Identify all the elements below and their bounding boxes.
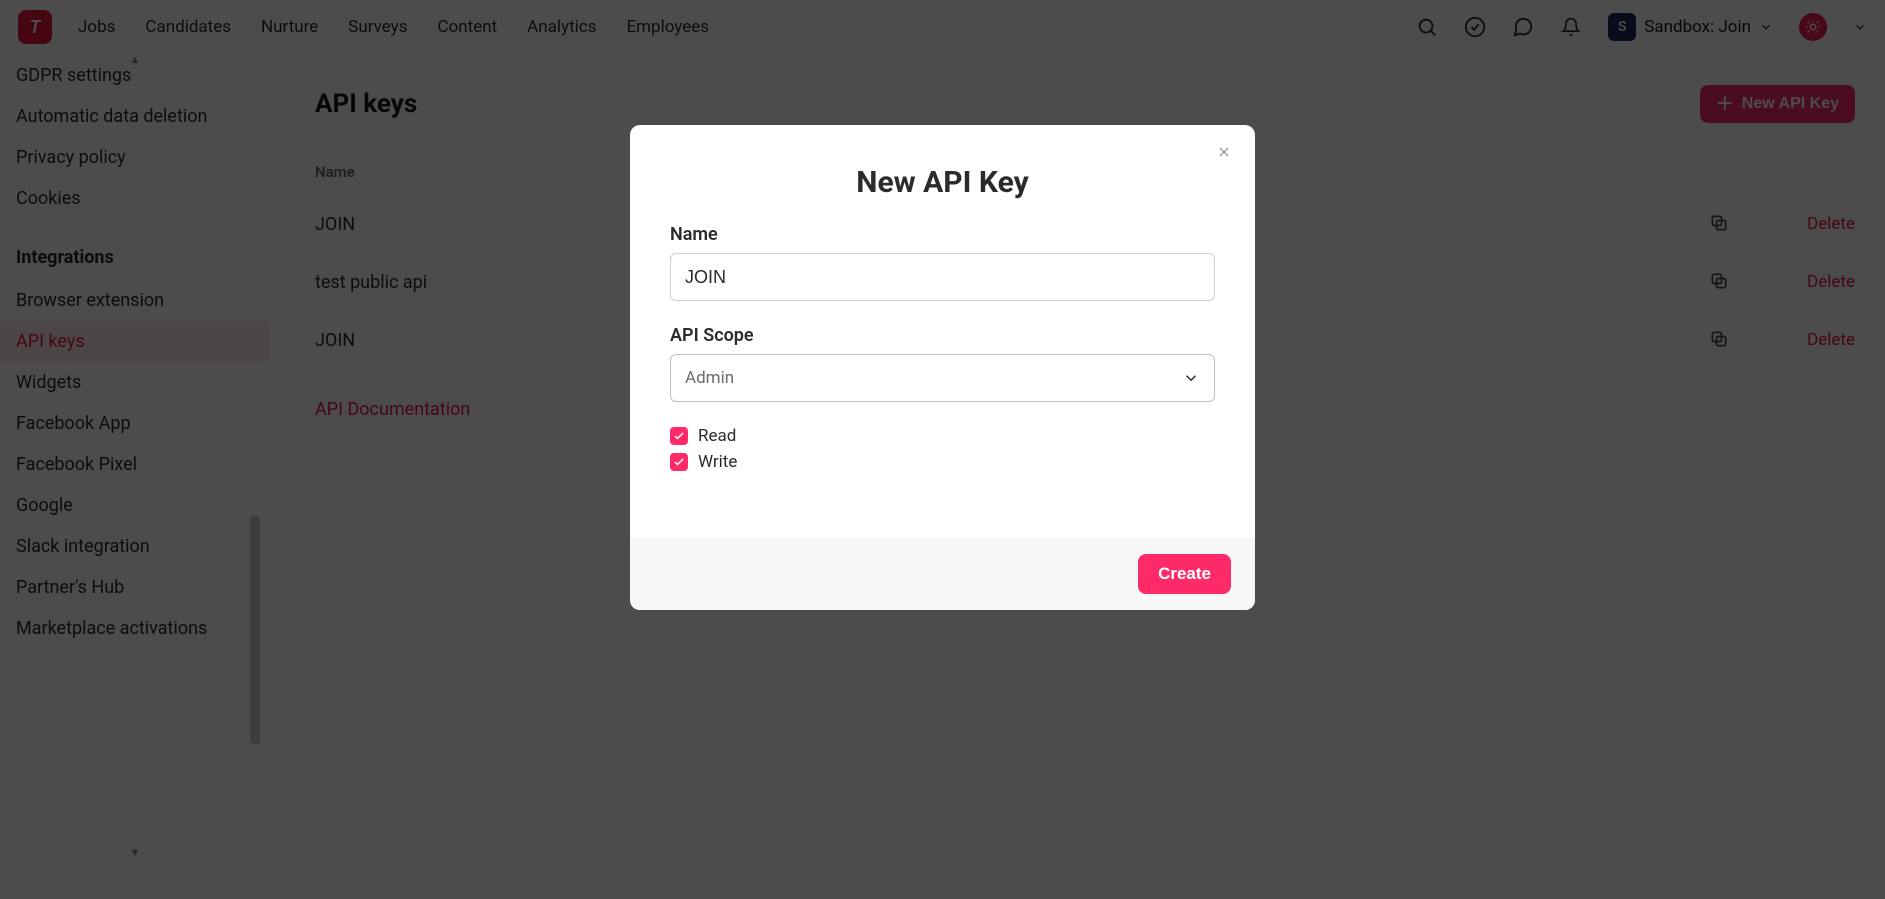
create-button[interactable]: Create: [1138, 554, 1231, 594]
checkbox-checked-icon: [670, 453, 688, 471]
chevron-down-icon: [1182, 369, 1200, 387]
read-label: Read: [698, 426, 736, 446]
close-icon[interactable]: [1213, 141, 1235, 163]
modal-footer: Create: [630, 538, 1255, 610]
scope-value: Admin: [685, 368, 734, 388]
write-label: Write: [698, 452, 737, 472]
scope-label: API Scope: [670, 325, 1215, 346]
checkbox-checked-icon: [670, 427, 688, 445]
modal-overlay[interactable]: New API Key Name API Scope Admin Re: [0, 0, 1885, 899]
modal-title: New API Key: [670, 165, 1215, 200]
read-checkbox-row[interactable]: Read: [670, 426, 1215, 446]
new-api-key-modal: New API Key Name API Scope Admin Re: [630, 125, 1255, 610]
name-input[interactable]: [670, 253, 1215, 301]
scope-select[interactable]: Admin: [670, 354, 1215, 402]
write-checkbox-row[interactable]: Write: [670, 452, 1215, 472]
name-label: Name: [670, 224, 1215, 245]
